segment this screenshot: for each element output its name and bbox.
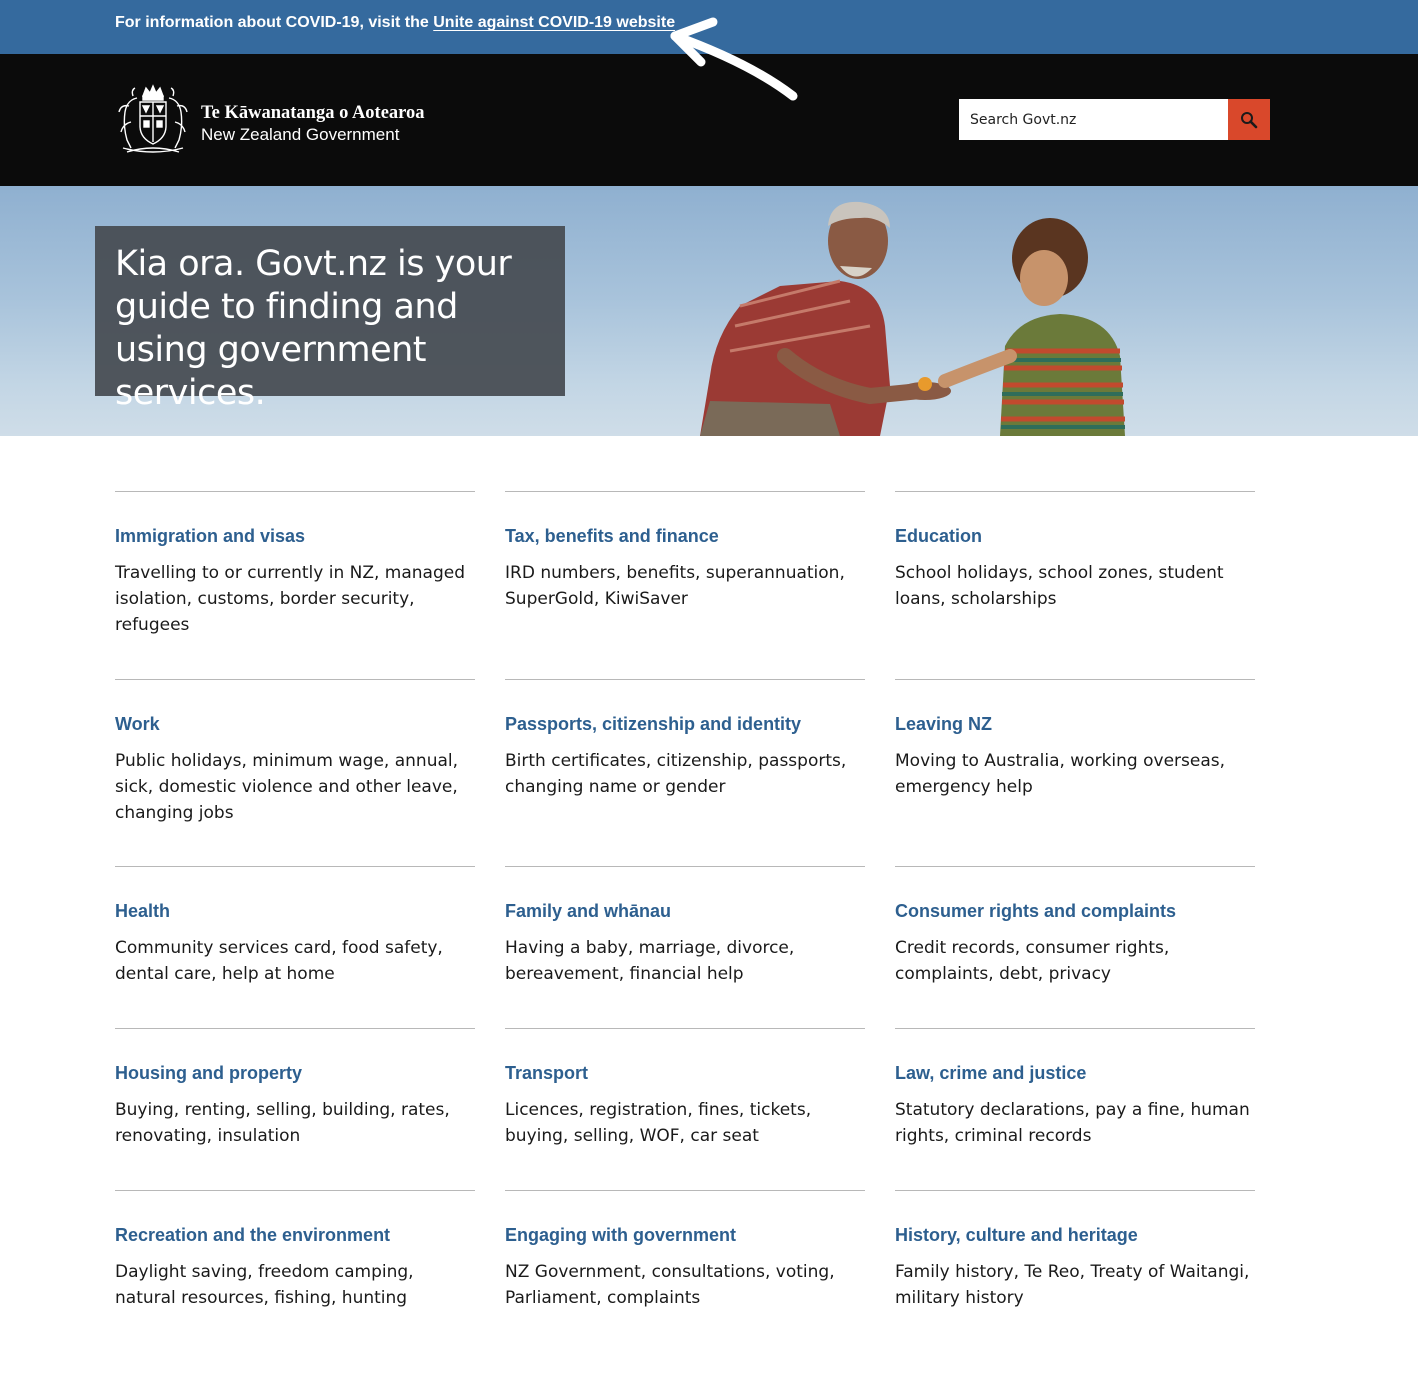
brand-english-name: New Zealand Government: [201, 125, 400, 144]
category-description: Birth certificates, citizenship, passpor…: [505, 751, 847, 797]
category-card: Housing and property Buying, renting, sel…: [115, 1028, 475, 1149]
category-description: Buying, renting, selling, building, rate…: [115, 1100, 450, 1146]
category-link[interactable]: History, culture and heritage: [895, 1225, 1138, 1246]
covid-banner-text: For information about COVID-19, visit th…: [115, 14, 675, 32]
category-description: Public holidays, minimum wage, annual, s…: [115, 751, 459, 823]
hero-heading-box: Kia ora. Govt.nz is your guide to findin…: [95, 226, 565, 413]
covid-banner: For information about COVID-19, visit th…: [0, 0, 1418, 54]
site-search: [959, 99, 1270, 140]
category-card: Leaving NZ Moving to Australia, working o…: [895, 679, 1255, 800]
magnifier-icon: [1241, 111, 1258, 128]
site-header: Te Kāwanatanga o Aotearoa New Zealand Go…: [0, 54, 1418, 186]
site-brand[interactable]: Te Kāwanatanga o Aotearoa New Zealand Go…: [201, 102, 425, 145]
category-link[interactable]: Work: [115, 714, 160, 735]
category-card: Tax, benefits and finance IRD numbers, be…: [505, 491, 865, 612]
category-description: Moving to Australia, working overseas, e…: [895, 751, 1226, 797]
category-card: Recreation and the environment Daylight s…: [115, 1190, 475, 1311]
category-link[interactable]: Education: [895, 526, 982, 547]
category-description: Family history, Te Reo, Treaty of Waitan…: [895, 1262, 1250, 1308]
hero-banner: Kia ora. Govt.nz is your guide to findin…: [0, 186, 1418, 436]
category-link[interactable]: Recreation and the environment: [115, 1225, 390, 1246]
category-description: Statutory declarations, pay a fine, huma…: [895, 1100, 1250, 1146]
category-link[interactable]: Engaging with government: [505, 1225, 736, 1246]
category-link[interactable]: Immigration and visas: [115, 526, 305, 547]
category-description: Daylight saving, freedom camping, natura…: [115, 1262, 414, 1308]
search-button[interactable]: [1228, 99, 1270, 140]
category-link[interactable]: Tax, benefits and finance: [505, 526, 719, 547]
category-description: Travelling to or currently in NZ, manage…: [115, 563, 466, 635]
category-link[interactable]: Housing and property: [115, 1063, 302, 1084]
category-card: History, culture and heritage Family hist…: [895, 1190, 1255, 1311]
category-card: Family and whānau Having a baby, marriage…: [505, 866, 865, 987]
category-card: Passports, citizenship and identity Birth…: [505, 679, 865, 800]
covid-website-link[interactable]: Unite against COVID-19 website: [433, 14, 675, 31]
hero-heading: Kia ora. Govt.nz is your guide to findin…: [115, 244, 512, 413]
category-link[interactable]: Law, crime and justice: [895, 1063, 1086, 1084]
category-link[interactable]: Leaving NZ: [895, 714, 992, 735]
category-link[interactable]: Passports, citizenship and identity: [505, 714, 801, 735]
category-card: Education School holidays, school zones, …: [895, 491, 1255, 612]
category-link[interactable]: Health: [115, 901, 170, 922]
category-description: Community services card, food safety, de…: [115, 938, 443, 984]
category-card: Work Public holidays, minimum wage, annua…: [115, 679, 475, 826]
category-card: Consumer rights and complaints Credit rec…: [895, 866, 1255, 987]
category-description: IRD numbers, benefits, superannuation, S…: [505, 563, 845, 609]
category-description: School holidays, school zones, student l…: [895, 563, 1224, 609]
category-card: Engaging with government NZ Government, c…: [505, 1190, 865, 1311]
covid-banner-prefix: For information about COVID-19, visit th…: [115, 14, 434, 31]
category-description: Licences, registration, fines, tickets, …: [505, 1100, 812, 1146]
category-card: Transport Licences, registration, fines, …: [505, 1028, 865, 1149]
brand-maori-name: Te Kāwanatanga o Aotearoa: [201, 103, 425, 123]
category-link[interactable]: Family and whānau: [505, 901, 671, 922]
category-description: Credit records, consumer rights, complai…: [895, 938, 1170, 984]
search-input[interactable]: [959, 99, 1228, 140]
nz-coat-of-arms-icon[interactable]: [113, 82, 193, 156]
category-card: Immigration and visas Travelling to or cu…: [115, 491, 475, 638]
category-card: Law, crime and justice Statutory declarat…: [895, 1028, 1255, 1149]
category-description: Having a baby, marriage, divorce, bereav…: [505, 938, 795, 984]
category-description: NZ Government, consultations, voting, Pa…: [505, 1262, 835, 1308]
category-link[interactable]: Transport: [505, 1063, 588, 1084]
hero-photo: [700, 201, 1125, 436]
category-card: Health Community services card, food safe…: [115, 866, 475, 987]
category-link[interactable]: Consumer rights and complaints: [895, 901, 1176, 922]
